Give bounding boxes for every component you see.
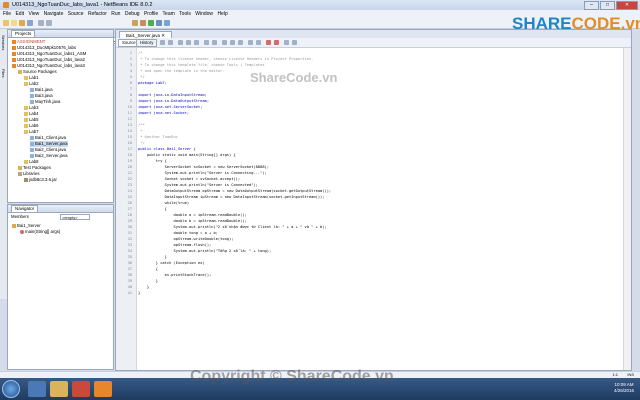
menu-help[interactable]: Help <box>217 10 227 18</box>
explorer-icon[interactable] <box>50 381 68 397</box>
open-project-icon[interactable] <box>19 20 25 26</box>
menu-tools[interactable]: Tools <box>179 10 191 18</box>
menu-debug[interactable]: Debug <box>125 10 140 18</box>
close-button[interactable]: ✕ <box>616 1 638 10</box>
vertical-scrollbar[interactable] <box>623 48 631 370</box>
comment-icon[interactable] <box>284 40 289 45</box>
projects-panel: Projects ASSIGNMENT U014313_DucMtpk10576… <box>7 29 114 203</box>
navigator-tab[interactable]: Navigator <box>11 205 39 212</box>
menu-edit[interactable]: Edit <box>15 10 24 18</box>
media-icon[interactable] <box>72 381 90 397</box>
code-line: } <box>138 291 141 295</box>
shift-right-icon[interactable] <box>256 40 261 45</box>
maximize-button[interactable]: □ <box>600 1 615 10</box>
next-bookmark-icon[interactable] <box>230 40 235 45</box>
watermark-url: ShareCode.vn <box>250 70 338 85</box>
profile-icon[interactable] <box>164 20 170 26</box>
build-icon[interactable] <box>132 20 138 26</box>
prev-bookmark-icon[interactable] <box>222 40 227 45</box>
files-tab[interactable]: Files <box>1 69 6 77</box>
back-icon[interactable] <box>160 40 165 45</box>
toggle-highlight-icon[interactable] <box>204 40 209 45</box>
menu-window[interactable]: Window <box>195 10 213 18</box>
shift-left-icon[interactable] <box>248 40 253 45</box>
minimize-button[interactable]: – <box>584 1 599 10</box>
history-view-button[interactable]: History <box>136 39 158 47</box>
find-prev-icon[interactable] <box>186 40 191 45</box>
menu-file[interactable]: File <box>3 10 11 18</box>
start-macro-icon[interactable] <box>266 40 271 45</box>
sharecode-logo: SHARECODE.vn <box>512 14 640 33</box>
window-title: U014313_NgoTuanDuc_labs_lava1 - NetBeans… <box>12 2 153 8</box>
menu-navigate[interactable]: Navigate <box>44 10 64 18</box>
code-line: import java.net.Socket; <box>138 111 190 115</box>
menu-view[interactable]: View <box>28 10 39 18</box>
ie-icon[interactable] <box>28 381 46 397</box>
new-file-icon[interactable] <box>11 20 17 26</box>
debug-icon[interactable] <box>156 20 162 26</box>
save-all-icon[interactable] <box>27 20 33 26</box>
uncomment-icon[interactable] <box>292 40 297 45</box>
stop-macro-icon[interactable] <box>274 40 279 45</box>
menu-run[interactable]: Run <box>111 10 120 18</box>
nav-method-item[interactable]: main(String[] args) <box>20 229 60 235</box>
projects-tab[interactable]: Projects <box>11 30 36 37</box>
watermark-copyright: Copyright © ShareCode.vn <box>190 368 394 385</box>
forward-icon[interactable] <box>168 40 173 45</box>
members-filter-select[interactable]: <empty> <box>60 214 90 220</box>
code-editor: Bai1_Server.java ✕ Source History 123456… <box>115 29 632 371</box>
find-next-icon[interactable] <box>194 40 199 45</box>
services-tab[interactable]: Services <box>1 35 6 50</box>
menu-profile[interactable]: Profile <box>144 10 158 18</box>
menu-refactor[interactable]: Refactor <box>88 10 107 18</box>
clock[interactable]: 10:09 AM 4/26/2016 <box>614 382 634 394</box>
run-icon[interactable] <box>148 20 154 26</box>
find-icon[interactable] <box>178 40 183 45</box>
netbeans-icon <box>3 2 9 8</box>
toggle-rect-select-icon[interactable] <box>212 40 217 45</box>
tree-item[interactable]: jsdb8c3.3.6.jar <box>24 177 57 183</box>
navigator-panel: Navigator Members <empty> Bai1_Server ma… <box>7 204 114 370</box>
toggle-bookmark-icon[interactable] <box>238 40 243 45</box>
redo-icon[interactable] <box>46 20 52 26</box>
menu-team[interactable]: Team <box>163 10 175 18</box>
side-strip: Services Files <box>0 29 7 299</box>
code-line: * and open the template in the editor. <box>138 69 225 73</box>
code-area[interactable]: /* * To change this license header, choo… <box>116 48 624 370</box>
start-button[interactable] <box>2 380 20 398</box>
code-line: package Lab7; <box>138 81 167 85</box>
clean-build-icon[interactable] <box>140 20 146 26</box>
new-project-icon[interactable] <box>3 20 9 26</box>
menu-source[interactable]: Source <box>68 10 84 18</box>
undo-icon[interactable] <box>38 20 44 26</box>
members-label: Members <box>11 214 29 219</box>
editor-toolbar: Source History <box>116 38 631 48</box>
netbeans-task-icon[interactable] <box>94 381 112 397</box>
